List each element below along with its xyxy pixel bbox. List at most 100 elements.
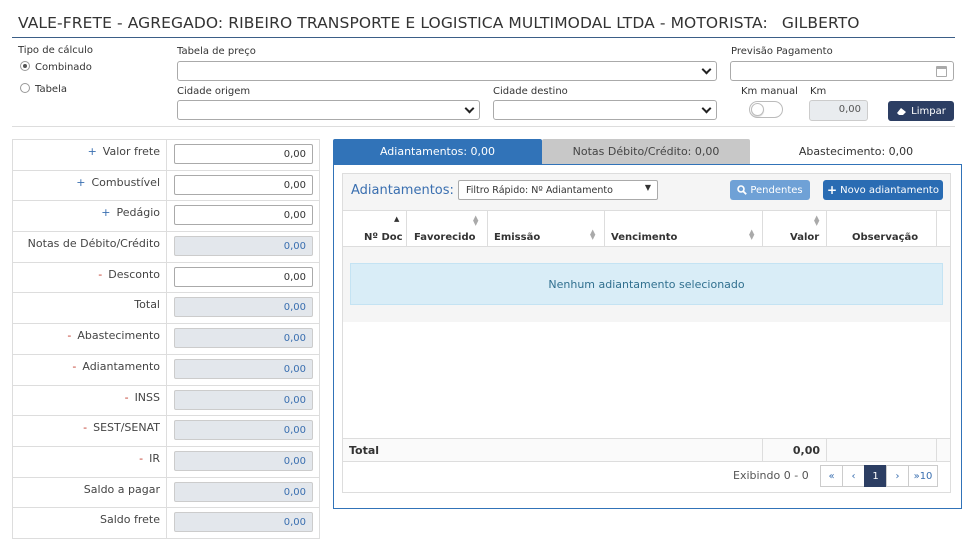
col-emissao-label: Emissão [494,232,541,243]
summary-row: Notas de Débito/Crédito 0,00 [13,232,319,263]
cidade-destino-label: Cidade destino [493,86,568,97]
summary-label: Total [13,293,167,324]
summary-label-text: Saldo frete [100,513,160,527]
summary-row: - Abastecimento 0,00 [13,324,319,355]
radio-tabela[interactable]: Tabela [20,83,67,95]
summary-row: + Combustível 0,00 [13,170,319,202]
summary-value-field[interactable]: 0,00 [174,205,313,226]
page-1-button[interactable]: 1 [864,465,887,487]
tab-notas-debito-credito[interactable]: Notas Débito/Crédito: 0,00 [542,139,750,164]
total-label: Total [343,439,763,461]
summary-row: - Adiantamento 0,00 [13,354,319,386]
summary-value-field[interactable]: 0,00 [174,174,313,195]
eraser-icon [897,107,907,115]
summary-row: + Pedágio 0,00 [13,201,319,233]
filtro-rapido-select[interactable]: Filtro Rápido: Nº Adiantamento ▼ [458,180,658,200]
plus-sign-icon: + [76,175,86,189]
pagination: « ‹ 1 › »10 [820,465,938,487]
summary-value-field: 0,00 [174,420,313,441]
summary-value-field[interactable]: 0,00 [174,144,313,164]
minus-sign-icon: - [139,451,144,465]
previsao-label: Previsão Pagamento [731,46,833,57]
tipo-calculo-label: Tipo de cálculo [18,45,94,56]
page-title: VALE-FRETE - AGREGADO: RIBEIRO TRANSPORT… [18,14,860,32]
radio-tabela-dot[interactable] [20,83,30,93]
summary-label-text: Total [134,298,160,312]
sort-icon[interactable]: ▲ ▼ [473,215,478,227]
sort-icon[interactable]: ▲ ▼ [590,229,595,241]
limpar-button[interactable]: Limpar [888,101,954,121]
minus-sign-icon: - [67,329,72,343]
km-label: Km [810,86,827,97]
summary-row: - IR 0,00 [13,446,319,478]
tabela-preco-label: Tabela de preço [177,46,256,57]
col-n-doc[interactable]: ▲ Nº Doc [343,211,407,247]
plus-icon: + [827,183,838,197]
summary-label: - SEST/SENAT [13,416,167,446]
summary-table: + Valor frete 0,00 + Combustível 0,00 + Pedágio… [12,139,320,539]
km-manual-toggle[interactable] [749,101,783,118]
col-emissao[interactable]: ▲ ▼ Emissão [488,211,605,247]
prev-page-icon[interactable]: ‹ [842,465,865,487]
summary-label: - INSS [13,385,167,416]
sort-icon[interactable]: ▲ ▼ [749,229,754,241]
col-vencimento[interactable]: ▲ ▼ Vencimento [605,211,763,247]
summary-row: - Desconto 0,00 [13,262,319,294]
minus-sign-icon: - [72,359,77,373]
summary-row: Saldo frete 0,00 [13,508,319,539]
summary-label-text: Valor frete [102,145,160,158]
summary-label-text: Pedágio [116,206,160,220]
first-page-icon[interactable]: « [820,465,843,487]
summary-row: - INSS 0,00 [13,385,319,417]
jump-10-button[interactable]: »10 [908,465,938,487]
grid-header: ▲ Nº Doc ▲ ▼ Favorecido ▲ ▼ Emissão ▲ ▼ Ven… [343,210,950,247]
novo-adiantamento-label: Novo adiantamento [840,184,939,196]
col-vencimento-label: Vencimento [611,232,678,243]
summary-value-field: 0,00 [174,389,313,410]
tab-abastecimento[interactable]: Abastecimento: 0,00 [750,139,962,164]
radio-tabela-label: Tabela [35,84,67,95]
cidade-origem-select[interactable] [177,100,480,120]
grid-total-row: Total 0,00 [343,438,950,462]
pendentes-button[interactable]: Pendentes [730,180,810,200]
radio-combinado-dot[interactable] [20,61,30,71]
minus-sign-icon: - [83,421,88,435]
summary-value-field[interactable]: 0,00 [174,266,313,287]
km-manual-label: Km manual [741,86,798,97]
summary-label-text: Adiantamento [82,359,160,373]
summary-row: + Valor frete 0,00 [13,140,319,171]
sort-asc-icon[interactable]: ▲ [394,216,399,223]
summary-label: + Combustível [13,170,167,201]
tab-adiantamentos[interactable]: Adiantamentos: 0,00 [333,139,542,164]
summary-label-text: Desconto [108,267,160,281]
col-n-doc-label: Nº Doc [364,232,403,243]
section-divider [12,126,955,127]
radio-combinado-label: Combinado [35,62,92,73]
previsao-date-input[interactable] [730,61,954,81]
cidade-destino-select[interactable] [493,100,717,120]
summary-value-field: 0,00 [174,358,313,379]
summary-label: - Abastecimento [13,324,167,354]
tabela-preco-select[interactable] [177,61,717,81]
novo-adiantamento-button[interactable]: + Novo adiantamento [823,180,943,200]
col-valor-label: Valor [790,232,820,243]
total-value: 0,00 [763,439,827,461]
chevron-down-icon [464,103,475,114]
summary-label: - IR [13,446,167,477]
chevron-down-icon [701,64,712,75]
driver-name: GILBERTO [781,14,860,32]
col-observacao[interactable]: Observação [827,211,937,247]
summary-label: - Adiantamento [13,354,167,385]
minus-sign-icon: - [98,267,103,281]
next-page-icon[interactable]: › [886,465,909,487]
exibindo-label: Exibindo 0 - 0 [733,469,809,482]
summary-label: Notas de Débito/Crédito [13,232,167,262]
summary-label: Saldo a pagar [13,477,167,508]
summary-label-text: Notas de Débito/Crédito [27,237,160,251]
radio-combinado[interactable]: Combinado [20,61,92,73]
sort-icon[interactable]: ▲ ▼ [814,215,819,227]
col-valor[interactable]: ▲ ▼ Valor [763,211,827,247]
col-favorecido[interactable]: ▲ ▼ Favorecido [407,211,488,247]
calendar-icon[interactable] [936,66,947,77]
chevron-down-icon [701,103,712,114]
